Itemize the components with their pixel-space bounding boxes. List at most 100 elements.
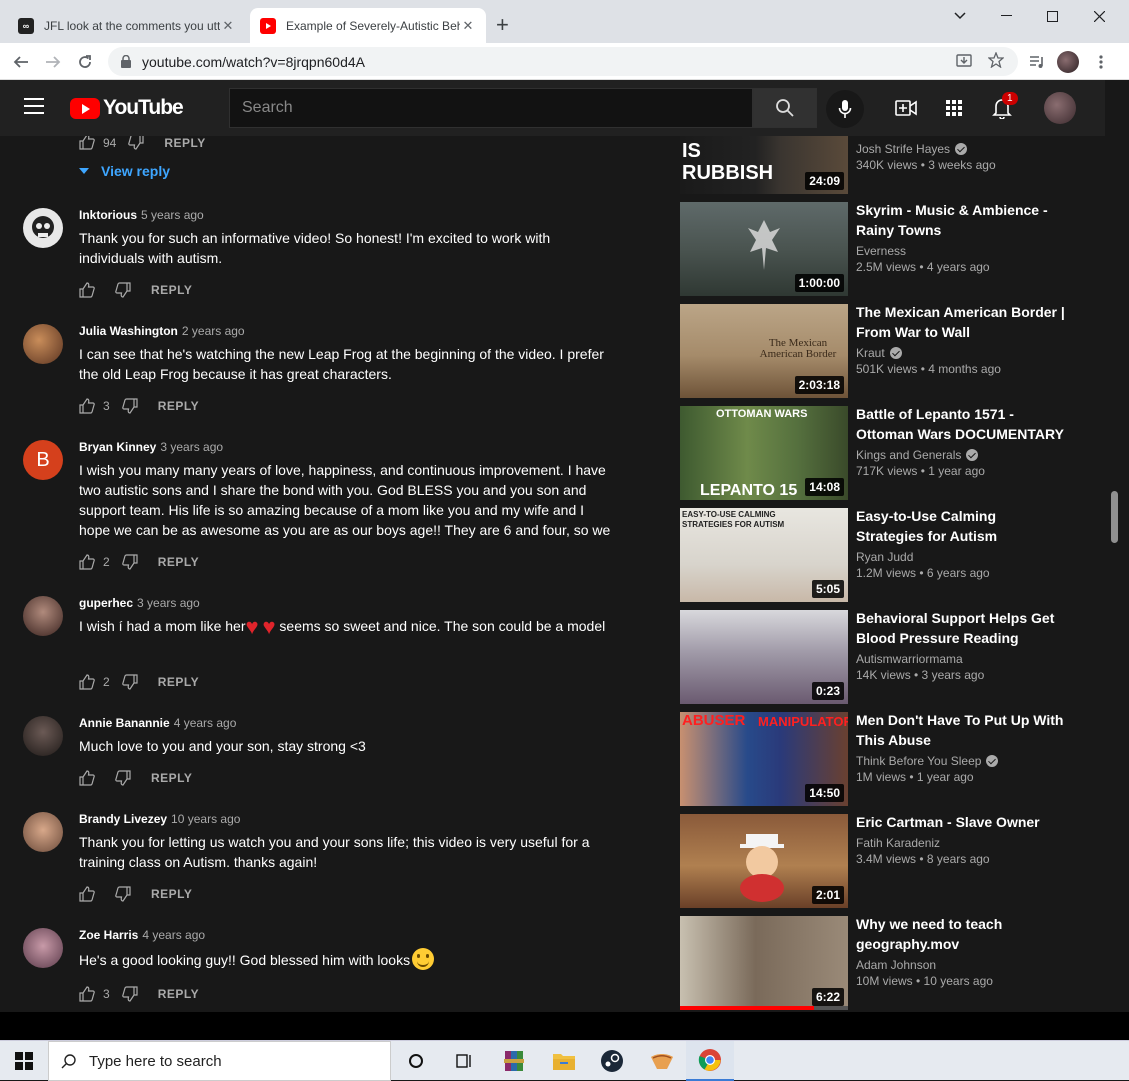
tab-search-icon[interactable] (937, 0, 983, 32)
app-icon[interactable] (638, 1041, 686, 1081)
avatar[interactable]: B (23, 440, 63, 480)
comment-time[interactable]: 4 years ago (142, 928, 205, 942)
comment-time[interactable]: 2 years ago (182, 324, 245, 338)
page-scrollbar[interactable] (1105, 80, 1129, 1012)
like-icon[interactable] (79, 398, 95, 414)
related-video-item[interactable]: 1:00:00 Skyrim - Music & Ambience - Rain… (680, 202, 1080, 296)
comment-author[interactable]: Bryan Kinney (79, 440, 156, 454)
video-title[interactable] (856, 136, 1066, 138)
address-bar[interactable]: youtube.com/watch?v=8jrqpn60d4A (108, 47, 1018, 76)
comment-author[interactable]: Julia Washington (79, 324, 178, 338)
forward-icon[interactable] (40, 49, 66, 75)
kebab-menu-icon[interactable] (1088, 49, 1114, 75)
comment-time[interactable]: 4 years ago (174, 716, 237, 730)
video-title[interactable]: The Mexican American Border | From War t… (856, 302, 1066, 342)
comment-author[interactable]: Inktorious (79, 208, 137, 222)
related-video-item[interactable]: IS RUBBISH 24:09 Josh Strife Hayes 340K … (680, 136, 1080, 194)
like-icon[interactable] (79, 554, 95, 570)
video-title[interactable]: Easy-to-Use Calming Strategies for Autis… (856, 506, 1066, 546)
reload-icon[interactable] (72, 49, 98, 75)
new-tab-button[interactable]: + (496, 14, 509, 36)
dislike-icon[interactable] (115, 282, 131, 298)
like-icon[interactable] (79, 136, 95, 153)
bookmark-star-icon[interactable] (987, 51, 1005, 71)
channel-name[interactable]: Josh Strife Hayes (856, 142, 950, 156)
comment-author[interactable]: Zoe Harris (79, 928, 138, 942)
avatar[interactable] (23, 928, 63, 968)
task-view-icon[interactable] (440, 1041, 488, 1081)
windows-start-icon[interactable] (0, 1041, 48, 1081)
like-icon[interactable] (79, 674, 95, 690)
channel-name[interactable]: Think Before You Sleep (856, 754, 981, 768)
browser-tab-active[interactable]: Example of Severely-Autistic Beh ✕ (250, 8, 486, 43)
reply-button[interactable]: REPLY (164, 136, 205, 150)
channel-name[interactable]: Fatih Karadeniz (856, 836, 940, 850)
back-icon[interactable] (8, 49, 34, 75)
winrar-icon[interactable] (490, 1041, 538, 1081)
dislike-icon[interactable] (121, 986, 138, 1002)
close-tab-icon[interactable]: ✕ (460, 18, 476, 34)
reply-button[interactable]: REPLY (158, 675, 199, 689)
channel-name[interactable]: Kings and Generals (856, 448, 961, 462)
video-thumbnail[interactable]: 2:01 (680, 814, 848, 908)
chrome-icon[interactable] (686, 1041, 734, 1081)
dislike-icon[interactable] (128, 136, 144, 153)
video-thumbnail[interactable]: OTTOMAN WARS LEPANTO 15 14:08 (680, 406, 848, 500)
reply-button[interactable]: REPLY (158, 987, 199, 1001)
video-title[interactable]: Why we need to teach geography.mov (856, 914, 1066, 954)
comment-time[interactable]: 3 years ago (160, 440, 223, 454)
channel-name[interactable]: Autismwarriormama (856, 652, 963, 666)
comment-time[interactable]: 3 years ago (137, 596, 200, 610)
related-video-item[interactable]: ABUSER MANIPULATOR 14:50 Men Don't Have … (680, 712, 1080, 806)
dislike-icon[interactable] (121, 398, 138, 414)
related-video-item[interactable]: 6:22 Why we need to teach geography.mov … (680, 916, 1080, 1010)
like-icon[interactable] (79, 282, 95, 298)
video-thumbnail[interactable]: IS RUBBISH 24:09 (680, 136, 848, 194)
avatar[interactable] (23, 324, 63, 364)
video-thumbnail[interactable]: ABUSER MANIPULATOR 14:50 (680, 712, 848, 806)
avatar[interactable] (23, 596, 63, 636)
maximize-button[interactable] (1029, 0, 1075, 32)
related-video-item[interactable]: 2:01 Eric Cartman - Slave Owner Fatih Ka… (680, 814, 1080, 908)
dislike-icon[interactable] (121, 554, 138, 570)
voice-search-button[interactable] (826, 90, 864, 128)
close-window-button[interactable] (1076, 0, 1122, 32)
video-title[interactable]: Eric Cartman - Slave Owner (856, 812, 1066, 832)
channel-name[interactable]: Adam Johnson (856, 958, 936, 972)
like-icon[interactable] (79, 770, 95, 786)
video-thumbnail[interactable]: 6:22 (680, 916, 848, 1010)
like-icon[interactable] (79, 886, 95, 902)
close-tab-icon[interactable]: ✕ (220, 18, 236, 34)
avatar[interactable] (23, 812, 63, 852)
channel-name[interactable]: Kraut (856, 346, 885, 360)
dislike-icon[interactable] (115, 770, 131, 786)
search-input[interactable]: Search (229, 88, 753, 128)
media-control-icon[interactable] (1024, 49, 1050, 75)
related-video-item[interactable]: The Mexican American Border 2:03:18 The … (680, 304, 1080, 398)
comment-author[interactable]: guperhec (79, 596, 133, 610)
comment-author[interactable]: Brandy Livezey (79, 812, 167, 826)
reply-button[interactable]: REPLY (151, 771, 192, 785)
minimize-button[interactable] (983, 0, 1029, 32)
related-video-item[interactable]: EASY-TO-USE CALMING STRATEGIES FOR AUTIS… (680, 508, 1080, 602)
notifications-bell-icon[interactable]: 1 (990, 92, 1018, 120)
avatar[interactable] (23, 716, 63, 756)
reply-button[interactable]: REPLY (151, 283, 192, 297)
create-video-icon[interactable] (894, 96, 918, 120)
video-title[interactable]: Men Don't Have To Put Up With This Abuse (856, 710, 1066, 750)
account-avatar[interactable] (1044, 92, 1076, 124)
channel-name[interactable]: Ryan Judd (856, 550, 913, 564)
cortana-icon[interactable] (392, 1041, 440, 1081)
taskbar-search-input[interactable]: Type here to search (48, 1041, 391, 1081)
reply-button[interactable]: REPLY (158, 399, 199, 413)
comment-time[interactable]: 10 years ago (171, 812, 240, 826)
install-icon[interactable] (956, 53, 972, 72)
steam-icon[interactable] (588, 1041, 636, 1081)
comment-author[interactable]: Annie Banannie (79, 716, 170, 730)
file-explorer-icon[interactable] (540, 1041, 588, 1081)
video-title[interactable]: Skyrim - Music & Ambience - Rainy Towns (856, 200, 1066, 240)
related-video-item[interactable]: OTTOMAN WARS LEPANTO 15 14:08 Battle of … (680, 406, 1080, 500)
hamburger-menu-icon[interactable] (24, 98, 44, 119)
view-reply-button[interactable]: View reply (79, 163, 170, 179)
youtube-logo[interactable]: YouTube (70, 96, 184, 120)
